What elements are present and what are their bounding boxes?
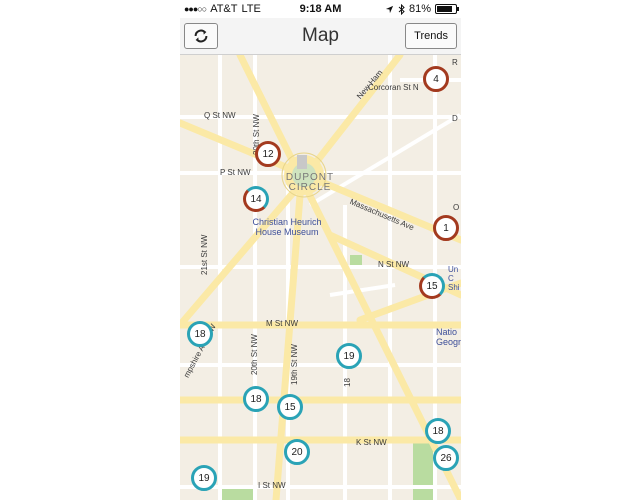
street-label-20th-bottom: 20th St NW — [250, 334, 259, 375]
edge-label-united: Un C Shi — [448, 265, 460, 292]
map-marker[interactable]: 18 — [425, 418, 451, 444]
map-marker[interactable]: 19 — [191, 465, 217, 491]
edge-label-d: D — [452, 114, 458, 123]
poi-christian-heurich-museum[interactable]: Christian Heurich House Museum — [232, 217, 342, 237]
status-bar: ●●●○○ AT&T LTE 9:18 AM 81% — [180, 0, 461, 18]
map-marker[interactable]: 18 — [243, 386, 269, 412]
street-label-i-st: I St NW — [258, 481, 286, 490]
poi-national-geographic[interactable]: Natio Geographic — [436, 327, 461, 347]
battery-percent: 81% — [408, 3, 431, 15]
street-label-21st: 21st St NW — [200, 234, 209, 275]
edge-label-o: O — [453, 203, 460, 212]
map-marker[interactable]: 19 — [336, 343, 362, 369]
map-view[interactable]: Q St NW P St NW N St NW M St NW K St NW … — [180, 55, 461, 500]
location-arrow-icon — [385, 5, 394, 13]
dupont-circle-label: DUPONT CIRCLE — [285, 172, 335, 193]
map-marker[interactable]: 15 — [277, 394, 303, 420]
phone-screen: ●●●○○ AT&T LTE 9:18 AM 81% Map Trends Q … — [180, 0, 461, 500]
street-label-19th: 19th St NW — [290, 344, 299, 385]
street-label-m-st: M St NW — [266, 319, 298, 328]
street-label-18: 18 — [343, 378, 352, 387]
street-label-n-st: N St NW — [378, 260, 410, 269]
map-marker[interactable]: 26 — [433, 445, 459, 471]
trends-button[interactable]: Trends — [405, 23, 457, 49]
map-marker[interactable]: 1 — [433, 215, 459, 241]
map-marker[interactable]: 18 — [187, 321, 213, 347]
street-label-q-st: Q St NW — [204, 111, 236, 120]
street-label-p-st: P St NW — [220, 168, 251, 177]
map-marker[interactable]: 12 — [255, 141, 281, 167]
map-marker[interactable]: 15 — [419, 273, 445, 299]
street-label-k-st: K St NW — [356, 438, 387, 447]
map-marker[interactable]: 14 — [243, 186, 269, 212]
map-marker[interactable]: 4 — [423, 66, 449, 92]
nav-bar: Map Trends — [180, 18, 461, 55]
edge-label-r: R — [452, 58, 458, 67]
battery-icon — [435, 4, 459, 14]
bluetooth-icon — [398, 3, 405, 15]
map-marker[interactable]: 20 — [284, 439, 310, 465]
map-canvas — [180, 55, 461, 500]
